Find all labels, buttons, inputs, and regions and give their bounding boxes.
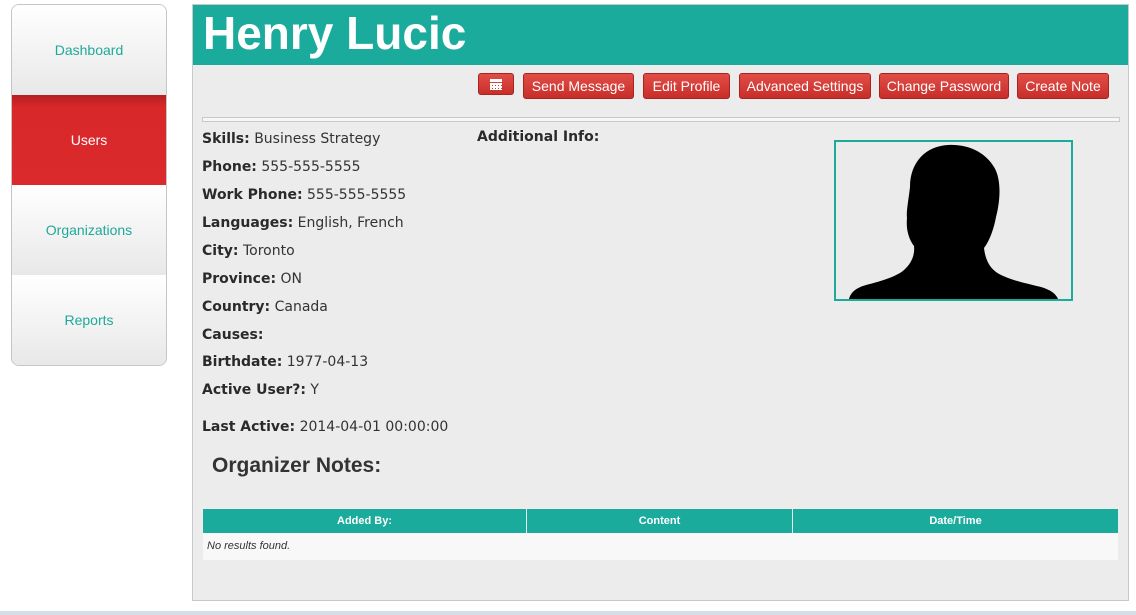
detail-phone: Phone: 555-555-5555 xyxy=(202,159,361,175)
table-header: Added By: Content Date/Time xyxy=(203,509,1118,533)
avatar xyxy=(834,140,1073,301)
notes-title: Organizer Notes: xyxy=(212,454,382,477)
edit-profile-button[interactable]: Edit Profile xyxy=(643,73,730,99)
detail-languages: Languages: English, French xyxy=(202,215,404,231)
sidebar-item-reports[interactable]: Reports xyxy=(12,275,166,365)
create-note-button[interactable]: Create Note xyxy=(1017,73,1109,99)
sidebar-nav: Dashboard Users Organizations Reports xyxy=(11,4,167,366)
empty-message: No results found. xyxy=(207,540,291,552)
column-content[interactable]: Content xyxy=(527,509,793,533)
column-date-time[interactable]: Date/Time xyxy=(793,509,1118,533)
title-bar: Henry Lucic xyxy=(193,5,1128,65)
detail-country: Country: Canada xyxy=(202,299,328,315)
advanced-settings-button[interactable]: Advanced Settings xyxy=(739,73,871,99)
detail-last-active: Last Active: 2014-04-01 00:00:00 xyxy=(202,419,449,435)
sidebar-item-organizations[interactable]: Organizations xyxy=(12,185,166,275)
page-title: Henry Lucic xyxy=(203,7,467,59)
bottom-edge xyxy=(0,611,1136,615)
detail-active-user: Active User?: Y xyxy=(202,382,319,398)
detail-work-phone: Work Phone: 555-555-5555 xyxy=(202,187,407,203)
detail-skills: Skills: Business Strategy xyxy=(202,131,381,147)
person-silhouette-icon xyxy=(849,144,1058,299)
additional-info-label: Additional Info: xyxy=(477,129,600,145)
calendar-button[interactable] xyxy=(478,73,514,95)
toolbar: Send Message Edit Profile Advanced Setti… xyxy=(193,73,1128,101)
column-added-by[interactable]: Added By: xyxy=(203,509,527,533)
notes-table: Added By: Content Date/Time No results f… xyxy=(203,509,1118,560)
detail-birthdate: Birthdate: 1977-04-13 xyxy=(202,354,369,370)
sidebar-item-users[interactable]: Users xyxy=(12,95,166,185)
detail-causes: Causes: xyxy=(202,327,264,343)
detail-city: City: Toronto xyxy=(202,243,295,259)
detail-province: Province: ON xyxy=(202,271,303,287)
divider xyxy=(202,117,1120,122)
sidebar-item-dashboard[interactable]: Dashboard xyxy=(12,5,166,95)
change-password-button[interactable]: Change Password xyxy=(879,73,1009,99)
profile-panel: Henry Lucic Send Message Edit Profile Ad… xyxy=(192,4,1129,601)
send-message-button[interactable]: Send Message xyxy=(523,73,634,99)
calendar-icon xyxy=(490,78,502,90)
